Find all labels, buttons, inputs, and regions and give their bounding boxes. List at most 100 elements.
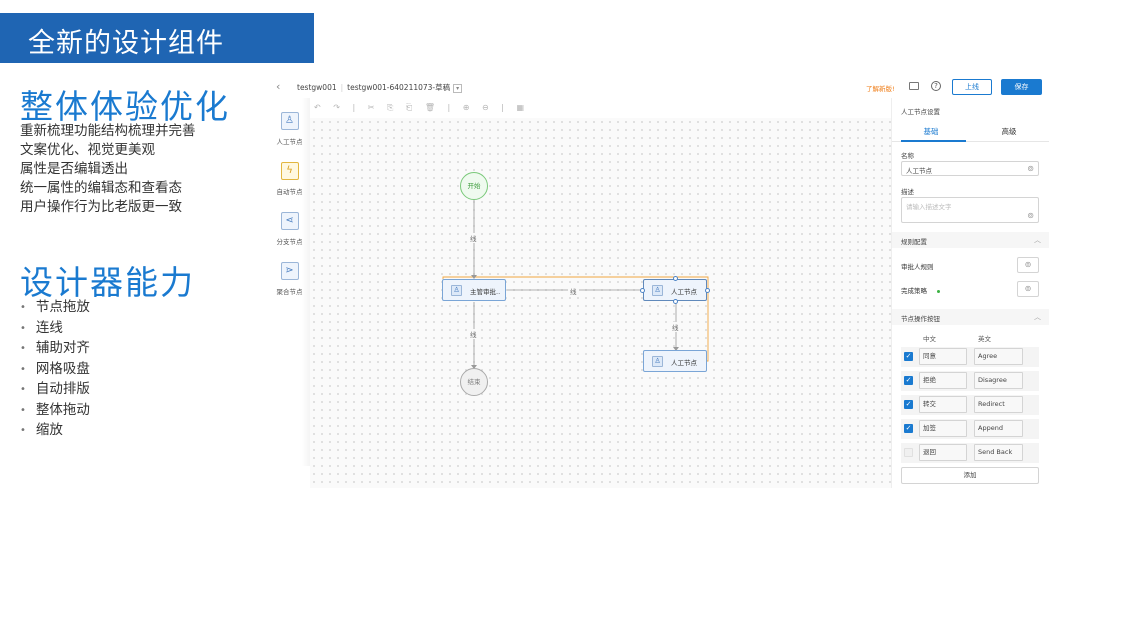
approver-rule-label: 审批人规则 xyxy=(901,263,934,271)
branch-icon: ⋖ xyxy=(280,212,299,230)
edge-label[interactable]: 线 xyxy=(468,329,479,339)
capability-item: 辅助对齐 xyxy=(20,339,90,360)
add-button[interactable]: 添加 xyxy=(901,467,1039,484)
description-line: 属性是否编辑透出 xyxy=(20,161,128,177)
connect-handle[interactable] xyxy=(640,288,645,293)
chevron-up-icon[interactable]: ︿ xyxy=(1034,312,1041,322)
complete-strategy-label: 完成策略 xyxy=(901,287,927,295)
palette-label: 聚合节点 xyxy=(276,288,303,296)
capability-item: 节点拖放 xyxy=(20,298,90,319)
name-value: 人工节点 xyxy=(906,167,932,175)
name-field[interactable]: 人工节点 ⊚ xyxy=(901,161,1039,176)
capability-item: 网格吸盘 xyxy=(20,360,90,381)
capability-item: 自动排版 xyxy=(20,380,90,401)
palette-item-auto[interactable]: ϟ 自动节点 xyxy=(269,162,310,196)
op-en-input[interactable]: Append xyxy=(974,420,1023,437)
learn-new-link[interactable]: 了解新版! xyxy=(866,83,895,93)
title-banner: 全新的设计组件 xyxy=(0,13,314,63)
capability-item: 缩放 xyxy=(20,421,90,442)
manager-approval-node[interactable]: ♙ 主管审批.. xyxy=(442,279,506,301)
panel-title: 人工节点设置 xyxy=(901,108,940,116)
edge-label[interactable]: 线 xyxy=(670,322,681,332)
op-zh-input[interactable]: 拒绝 xyxy=(919,372,967,389)
op-en-input[interactable]: Send Back xyxy=(974,444,1023,461)
description-line: 统一属性的编辑态和查看态 xyxy=(20,180,182,196)
designer-topbar: ‹ testgw001 | testgw001-640211073-草稿 ▾ 了解新版… xyxy=(269,77,1048,98)
chevron-up-icon[interactable]: ︿ xyxy=(1034,235,1041,245)
checkbox-checked[interactable]: ✓ xyxy=(904,424,913,433)
description-line: 文案优化、视觉更美观 xyxy=(20,142,155,158)
tab-basic[interactable]: 基础 xyxy=(892,126,970,137)
connect-handle[interactable] xyxy=(705,288,710,293)
description-line: 重新梳理功能结构梳理并完善 xyxy=(20,123,196,139)
op-zh-input[interactable]: 同意 xyxy=(919,348,967,365)
active-tab-indicator xyxy=(901,140,966,142)
panel-tabs: 基础 高级 xyxy=(892,120,1049,142)
op-en-input[interactable]: Agree xyxy=(974,348,1023,365)
edge-label[interactable]: 线 xyxy=(468,233,479,243)
node-ops-section[interactable]: 节点操作按钮 ︿ xyxy=(892,309,1049,325)
end-node[interactable]: 结束 xyxy=(460,368,488,396)
edges-layer xyxy=(442,200,709,369)
section-label: 规则配置 xyxy=(901,238,927,246)
breadcrumb-project[interactable]: testgw001 xyxy=(297,83,337,92)
merge-icon: ⋗ xyxy=(280,262,299,280)
op-en-input[interactable]: Redirect xyxy=(974,396,1023,413)
status-dot-icon xyxy=(937,289,940,293)
settings-icon[interactable]: ⊚ xyxy=(1027,211,1034,220)
chevron-down-icon[interactable]: ▾ xyxy=(453,83,463,93)
node-label: 人工节点 xyxy=(671,288,697,296)
palette-label: 自动节点 xyxy=(276,188,303,196)
section-heading-capabilities: 设计器能力 xyxy=(20,263,195,302)
help-icon[interactable]: ? xyxy=(931,81,941,91)
checkbox-checked[interactable]: ✓ xyxy=(904,376,913,385)
checkbox-unchecked[interactable]: ✓ xyxy=(904,448,913,457)
op-en-input[interactable]: Disagree xyxy=(974,372,1023,389)
banner-title: 全新的设计组件 xyxy=(28,28,224,59)
manual-node-selected[interactable]: ♙ 人工节点 xyxy=(643,279,707,301)
slide: 全新的设计组件 整体体验优化 重新梳理功能结构梳理并完善 文案优化、视觉更美观 … xyxy=(0,0,1131,620)
breadcrumb: testgw001 | testgw001-640211073-草稿 ▾ xyxy=(297,82,463,93)
op-zh-input[interactable]: 加签 xyxy=(919,420,967,437)
edge-label[interactable]: 线 xyxy=(568,286,579,296)
settings-icon[interactable]: ⊚ xyxy=(1027,164,1034,173)
op-zh-input[interactable]: 退回 xyxy=(919,444,967,461)
save-button[interactable]: 保存 xyxy=(1001,79,1042,95)
rule-config-section[interactable]: 规则配置 ︿ xyxy=(892,232,1049,248)
lightning-icon: ϟ xyxy=(280,162,299,180)
workflow-designer: ‹ testgw001 | testgw001-640211073-草稿 ▾ 了解新版… xyxy=(269,77,1049,488)
palette-item-branch[interactable]: ⋖ 分支节点 xyxy=(269,212,310,246)
back-chevron-icon[interactable]: ‹ xyxy=(276,80,280,93)
capability-list: 节点拖放 连线 辅助对齐 网格吸盘 自动排版 整体拖动 缩放 xyxy=(20,298,90,442)
description-field[interactable]: 请输入描述文字 ⊚ xyxy=(901,197,1039,223)
capability-item: 整体拖动 xyxy=(20,401,90,422)
name-label: 名称 xyxy=(901,152,914,160)
canvas-toolbar[interactable]: ↶ ↷ | ✂ ⎘ ⎗ 🗑 | ⊕ ⊖ | ▦ xyxy=(314,103,524,115)
op-row: ✓ 退回 Send Back xyxy=(901,443,1039,463)
start-node[interactable]: 开始 xyxy=(460,172,488,200)
description-placeholder: 请输入描述文字 xyxy=(906,203,952,211)
tab-advanced[interactable]: 高级 xyxy=(970,126,1048,137)
design-canvas[interactable]: 开始 线 ♙ 主管审批.. 线 ♙ 人工节点 线 线 ♙ 人工节点 结束 xyxy=(310,118,891,488)
op-zh-input[interactable]: 转交 xyxy=(919,396,967,413)
online-button[interactable]: 上线 xyxy=(952,79,992,95)
palette-label: 人工节点 xyxy=(276,138,303,146)
person-icon: ♙ xyxy=(652,356,663,367)
op-row: ✓ 同意 Agree xyxy=(901,347,1039,367)
settings-icon[interactable]: ⊚ xyxy=(1017,257,1039,273)
connect-handle[interactable] xyxy=(673,299,678,304)
breadcrumb-separator: | xyxy=(340,83,344,92)
checkbox-checked[interactable]: ✓ xyxy=(904,400,913,409)
column-header-en: 英文 xyxy=(978,335,991,343)
palette-item-merge[interactable]: ⋗ 聚合节点 xyxy=(269,262,310,296)
manual-node[interactable]: ♙ 人工节点 xyxy=(643,350,707,372)
op-row: ✓ 转交 Redirect xyxy=(901,395,1039,415)
section-heading-experience: 整体体验优化 xyxy=(20,87,230,126)
checkbox-checked[interactable]: ✓ xyxy=(904,352,913,361)
connect-handle[interactable] xyxy=(673,276,678,281)
palette-item-manual[interactable]: ♙ 人工节点 xyxy=(269,112,310,146)
keyboard-icon[interactable] xyxy=(909,82,919,90)
palette-label: 分支节点 xyxy=(276,238,303,246)
column-header-zh: 中文 xyxy=(923,335,936,343)
settings-icon[interactable]: ⊚ xyxy=(1017,281,1039,297)
